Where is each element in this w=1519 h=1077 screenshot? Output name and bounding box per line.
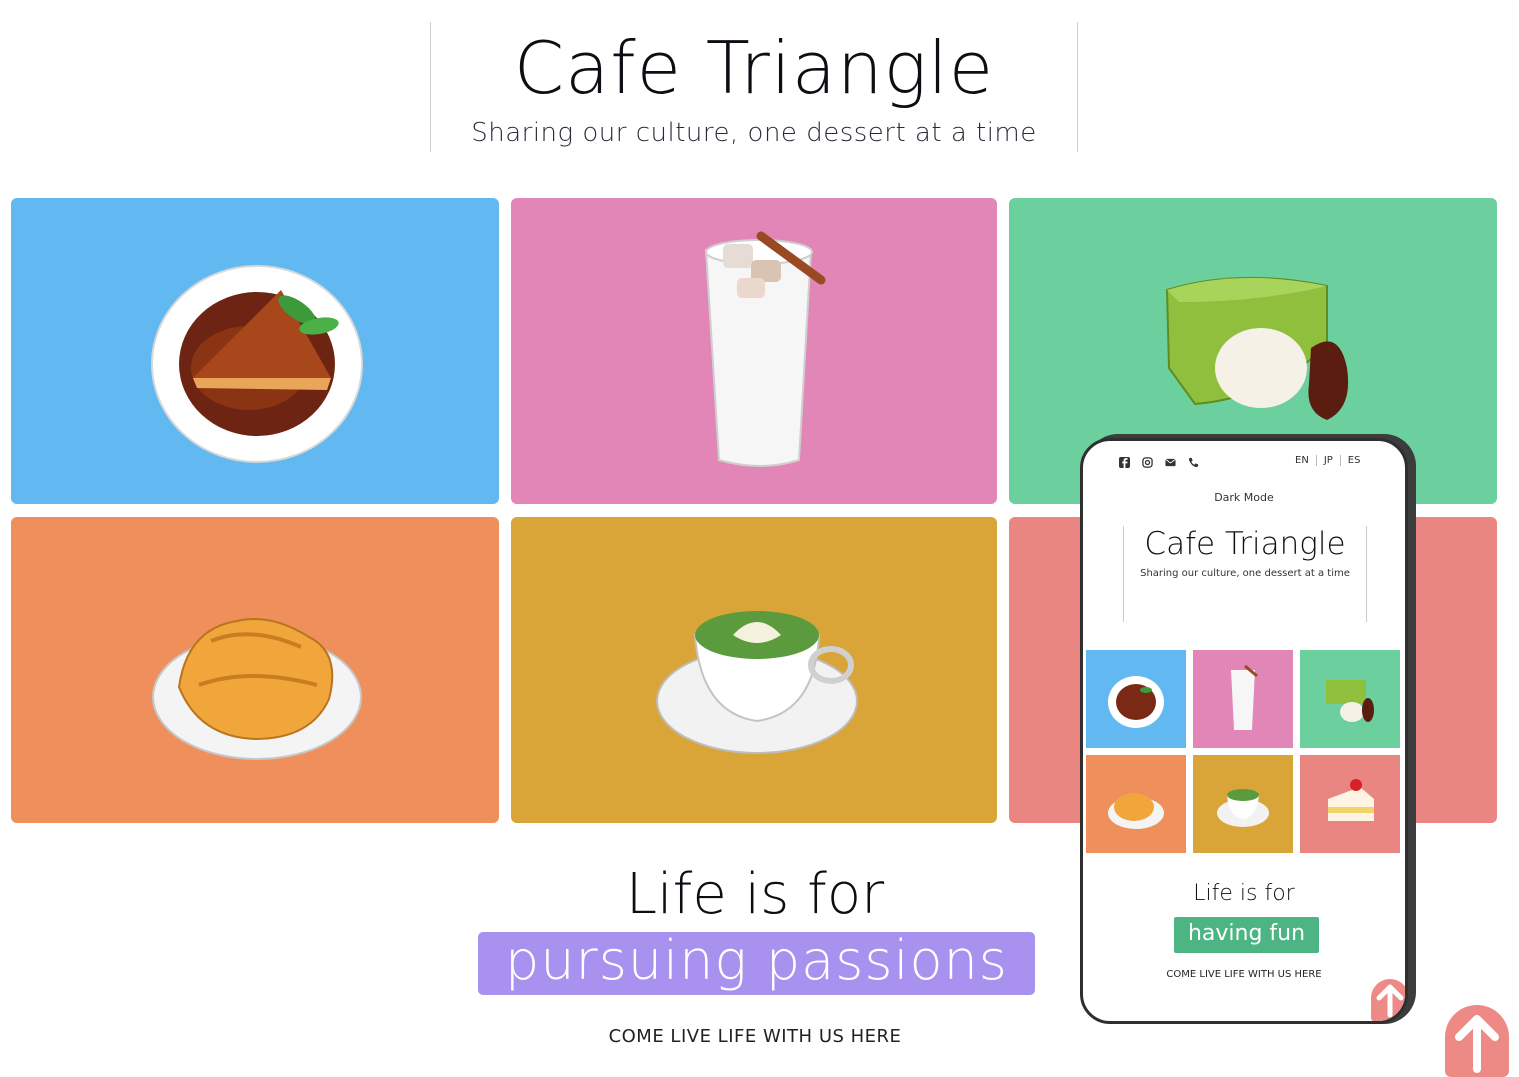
caramel-pie-illustration xyxy=(1108,676,1164,728)
phone-cta-link[interactable]: COME LIVE LIFE WITH US HERE xyxy=(1083,969,1405,980)
lang-jp[interactable]: JP xyxy=(1315,455,1340,466)
taiyaki-illustration xyxy=(152,618,362,760)
mail-icon[interactable] xyxy=(1165,457,1176,468)
phone-tagline-highlight: having fun xyxy=(1174,917,1319,953)
phone-tile-iced-milk[interactable] xyxy=(1193,650,1293,748)
instagram-icon[interactable] xyxy=(1142,457,1153,468)
lang-es[interactable]: ES xyxy=(1339,455,1368,466)
phone-screen: EN JP ES Dark Mode Cafe Triangle Sharing… xyxy=(1080,438,1408,1024)
phone-tile-caramel-pie[interactable] xyxy=(1086,650,1186,748)
site-title: Cafe Triangle xyxy=(513,26,995,110)
phone-tile-strawberry-cake[interactable] xyxy=(1300,755,1400,853)
tile-iced-milk[interactable] xyxy=(511,198,997,504)
scroll-top-button[interactable] xyxy=(1445,1005,1509,1077)
site-header: Cafe Triangle Sharing our culture, one d… xyxy=(430,22,1078,152)
matcha-latte-illustration xyxy=(656,611,858,754)
matcha-latte-illustration xyxy=(1217,789,1269,827)
phone-mockup: EN JP ES Dark Mode Cafe Triangle Sharing… xyxy=(1080,434,1416,1024)
arrow-up-icon xyxy=(1376,984,1404,1018)
tagline-lead: Life is for xyxy=(625,862,885,927)
arrow-up-icon xyxy=(1455,1015,1499,1073)
lang-en[interactable]: EN xyxy=(1288,455,1316,466)
caramel-pie-illustration xyxy=(151,265,363,463)
strawberry-cake-illustration xyxy=(1328,779,1374,821)
iced-milk-illustration xyxy=(704,231,826,467)
taiyaki-illustration xyxy=(1108,793,1164,829)
phone-tile-matcha-latte[interactable] xyxy=(1193,755,1293,853)
tile-caramel-pie[interactable] xyxy=(11,198,499,504)
phone-header: Cafe Triangle Sharing our culture, one d… xyxy=(1123,526,1367,622)
iced-milk-illustration xyxy=(1231,664,1258,730)
language-switcher: EN JP ES xyxy=(1288,455,1367,466)
phone-tile-matcha-cake[interactable] xyxy=(1300,650,1400,748)
phone-tile-taiyaki[interactable] xyxy=(1086,755,1186,853)
phone-icon[interactable] xyxy=(1188,457,1199,468)
social-icons xyxy=(1119,457,1199,468)
tagline-highlight: pursuing passions xyxy=(478,932,1035,995)
facebook-icon[interactable] xyxy=(1119,457,1130,468)
tile-taiyaki[interactable] xyxy=(11,517,499,823)
phone-tagline-lead: Life is for xyxy=(1193,881,1295,906)
tile-matcha-latte[interactable] xyxy=(511,517,997,823)
matcha-cake-illustration xyxy=(1326,680,1374,722)
cta-link[interactable]: COME LIVE LIFE WITH US HERE xyxy=(540,1026,970,1047)
site-subtitle: Sharing our culture, one dessert at a ti… xyxy=(471,118,1037,148)
phone-scroll-top-button[interactable] xyxy=(1371,979,1405,1021)
dark-mode-toggle[interactable]: Dark Mode xyxy=(1083,491,1405,504)
phone-title: Cafe Triangle xyxy=(1144,526,1346,562)
phone-subtitle: Sharing our culture, one dessert at a ti… xyxy=(1140,568,1350,579)
